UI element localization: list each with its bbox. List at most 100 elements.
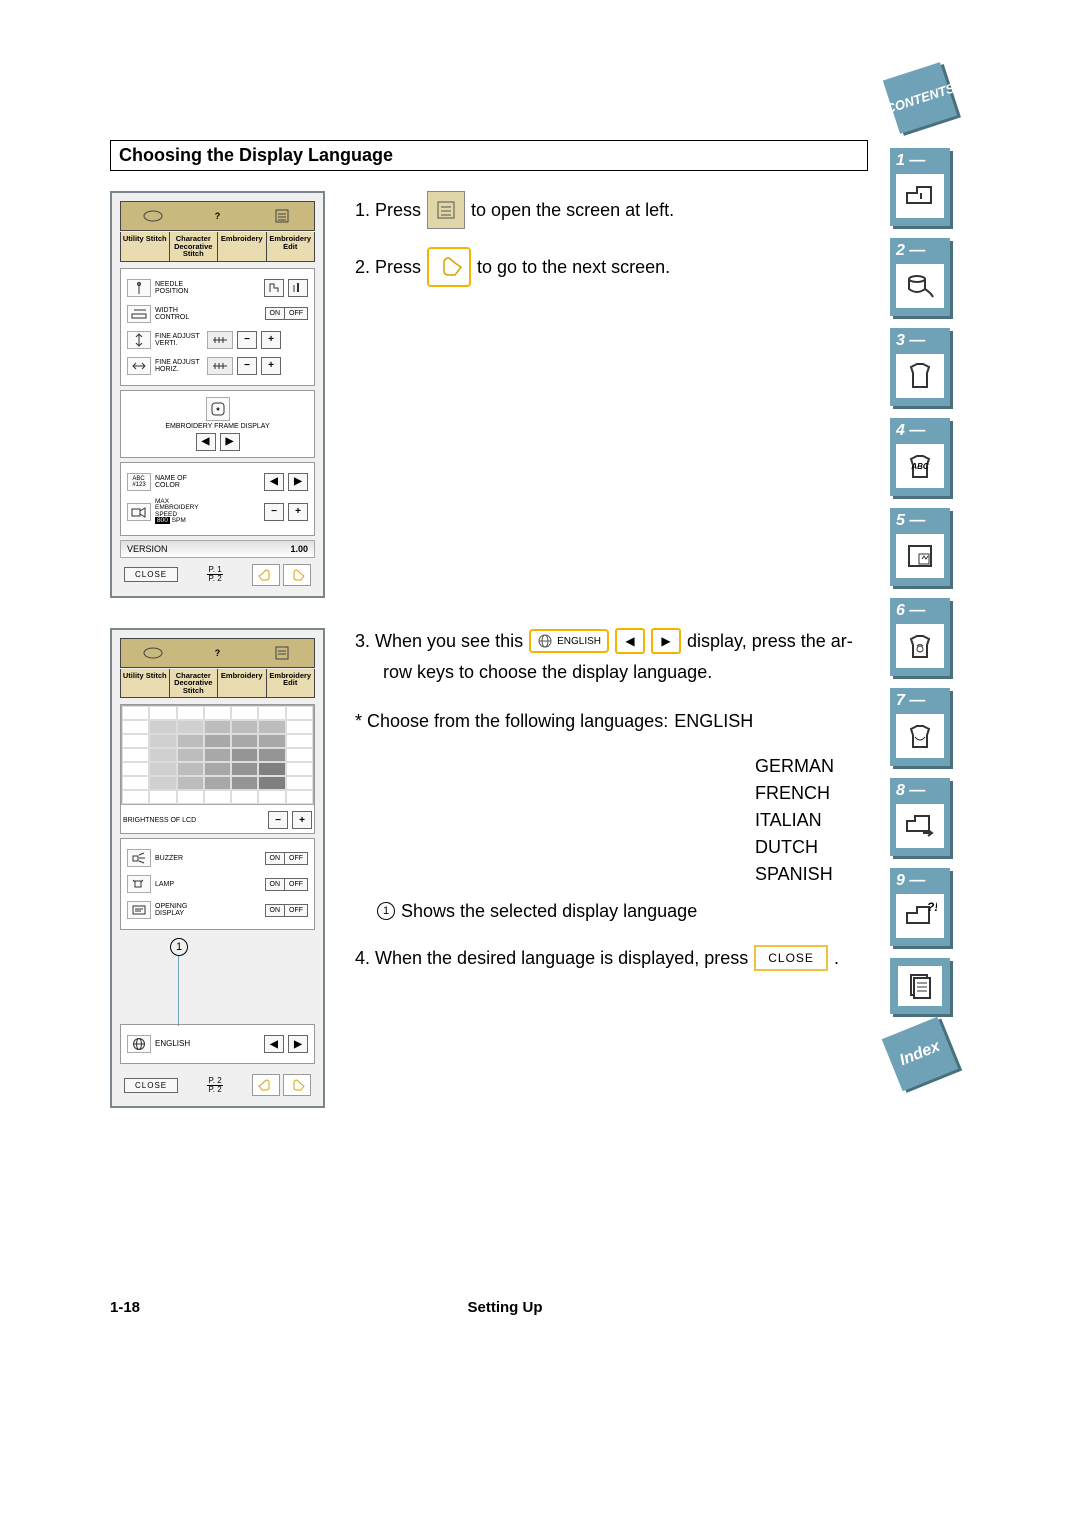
chapter-tab-9[interactable]: 9 — ?! <box>890 868 950 946</box>
lang-left[interactable]: ◀ <box>264 1035 284 1053</box>
index-tab[interactable]: Index <box>882 1017 959 1091</box>
max-speed-icon <box>127 503 151 521</box>
brightness-label: BRIGHTNESS OF LCD <box>123 817 203 824</box>
brightness-plus[interactable]: + <box>292 811 312 829</box>
fine-horz-icon <box>127 357 151 375</box>
home-icon <box>121 639 185 667</box>
max-speed-plus[interactable]: + <box>288 503 308 521</box>
next-page-icon[interactable] <box>283 1074 311 1096</box>
name-color-label: NAME OF COLOR <box>155 475 203 489</box>
name-color-icon: ABC#123 <box>127 473 151 491</box>
width-icon <box>127 305 151 323</box>
needle-left-btn[interactable] <box>264 279 284 297</box>
close-button[interactable]: CLOSE <box>124 1078 178 1093</box>
tab-embroidery[interactable]: Embroidery <box>218 669 267 698</box>
callout-1-marker: 1 <box>170 938 188 956</box>
needle-position-label: NEEDLE POSITION <box>155 281 203 295</box>
name-color-right[interactable]: ▶ <box>288 473 308 491</box>
callout-line <box>178 956 179 1026</box>
buzzer-onoff[interactable]: ONOFF <box>265 852 309 865</box>
emb-frame-left[interactable]: ◀ <box>196 433 216 451</box>
chapter-tab-1[interactable]: 1 — <box>890 148 950 226</box>
tab-embroidery-edit[interactable]: Embroidery Edit <box>267 669 315 698</box>
close-button[interactable]: CLOSE <box>124 567 178 582</box>
emb-frame-right[interactable]: ▶ <box>220 433 240 451</box>
chapter-tab-2[interactable]: 2 — <box>890 238 950 316</box>
tab-embroidery[interactable]: Embroidery <box>218 232 267 261</box>
svg-text:ABC: ABC <box>910 462 929 471</box>
close-button-inline: CLOSE <box>754 945 828 971</box>
globe-icon <box>127 1035 151 1053</box>
max-speed-minus[interactable]: − <box>264 503 284 521</box>
tab-char-deco[interactable]: Character Decorative Stitch <box>170 232 219 261</box>
step2-post: to go to the next screen. <box>477 254 670 281</box>
step1-pre: 1. Press <box>355 197 421 224</box>
chapter-tab-4[interactable]: 4 — ABC <box>890 418 950 496</box>
letter-shirt-icon: ABC <box>896 444 944 488</box>
language-selector-inline: ENGLISH <box>529 629 609 653</box>
lang-right[interactable]: ▶ <box>288 1035 308 1053</box>
page-indicator: P. 2 P. 2 <box>207 1077 222 1094</box>
tab-utility[interactable]: Utility Stitch <box>121 669 170 698</box>
lamp-icon <box>127 875 151 893</box>
chapter-tab-8[interactable]: 8 — <box>890 778 950 856</box>
settings-screen-page2: ? Utility Stitch Character Decorative St… <box>110 628 325 1109</box>
chapter-name: Setting Up <box>468 1299 543 1316</box>
opening-icon <box>127 901 151 919</box>
chapter-tab-3[interactable]: 3 — <box>890 328 950 406</box>
tab-char-deco[interactable]: Character Decorative Stitch <box>170 669 219 698</box>
help-icon: ? <box>185 202 249 230</box>
thread-spool-icon <box>896 264 944 308</box>
chapter-tab-6[interactable]: 6 — <box>890 598 950 676</box>
contents-tab[interactable]: CONTENTS <box>883 62 957 134</box>
document-stack-icon <box>898 966 942 1006</box>
fine-horz-plus[interactable]: + <box>261 357 281 375</box>
machine-question-icon: ?! <box>896 894 944 938</box>
prev-page-icon[interactable] <box>252 564 280 586</box>
mode-tabs: Utility Stitch Character Decorative Stit… <box>120 232 315 262</box>
language-value: ENGLISH <box>155 1040 203 1048</box>
next-page-icon[interactable] <box>283 564 311 586</box>
needle-right-btn[interactable] <box>288 279 308 297</box>
page-indicator: P. 1 P. 2 <box>207 566 222 583</box>
step3-post-b: row keys to choose the display language. <box>383 659 960 686</box>
version-label: VERSION <box>127 544 168 554</box>
settings-icon <box>250 639 314 667</box>
fine-horz-display <box>207 357 233 375</box>
version-value: 1.00 <box>290 544 308 554</box>
fine-vert-minus[interactable]: − <box>237 331 257 349</box>
svg-text:?!: ?! <box>927 901 937 914</box>
lamp-label: LAMP <box>155 881 203 888</box>
prev-page-icon[interactable] <box>252 1074 280 1096</box>
section-title: Choosing the Display Language <box>110 140 868 171</box>
step1-post: to open the screen at left. <box>471 197 674 224</box>
tab-utility[interactable]: Utility Stitch <box>121 232 170 261</box>
fine-vert-plus[interactable]: + <box>261 331 281 349</box>
settings-screen-page1: ? Utility Stitch Character Decorative St… <box>110 191 325 598</box>
step2-pre: 2. Press <box>355 254 421 281</box>
width-control-label: WIDTH CONTROL <box>155 307 203 321</box>
note1-text: Shows the selected display language <box>401 898 697 925</box>
machine-arrow-icon <box>896 804 944 848</box>
step3-post-a: display, press the ar- <box>687 628 853 655</box>
step3-pre: 3. When you see this <box>355 628 523 655</box>
page-number: 1-18 <box>110 1299 140 1316</box>
tab-embroidery-edit[interactable]: Embroidery Edit <box>267 232 315 261</box>
appendix-tab[interactable] <box>890 958 950 1014</box>
brightness-minus[interactable]: − <box>268 811 288 829</box>
fine-horz-minus[interactable]: − <box>237 357 257 375</box>
opening-onoff[interactable]: ONOFF <box>265 904 309 917</box>
fine-horz-label: FINE ADJUST HORIZ. <box>155 359 203 373</box>
help-icon: ? <box>185 639 249 667</box>
embroidery-frame-icon <box>206 397 230 421</box>
sewing-machine-icon <box>896 174 944 218</box>
width-onoff[interactable]: ONOFF <box>265 307 309 320</box>
chapter-tab-5[interactable]: 5 — <box>890 508 950 586</box>
arrow-right-icon: ▶ <box>651 628 681 654</box>
lamp-onoff[interactable]: ONOFF <box>265 878 309 891</box>
globe-icon <box>537 633 553 649</box>
buzzer-icon <box>127 849 151 867</box>
chapter-tab-7[interactable]: 7 — <box>890 688 950 766</box>
name-color-left[interactable]: ◀ <box>264 473 284 491</box>
lcd-brightness-grid <box>121 705 314 805</box>
